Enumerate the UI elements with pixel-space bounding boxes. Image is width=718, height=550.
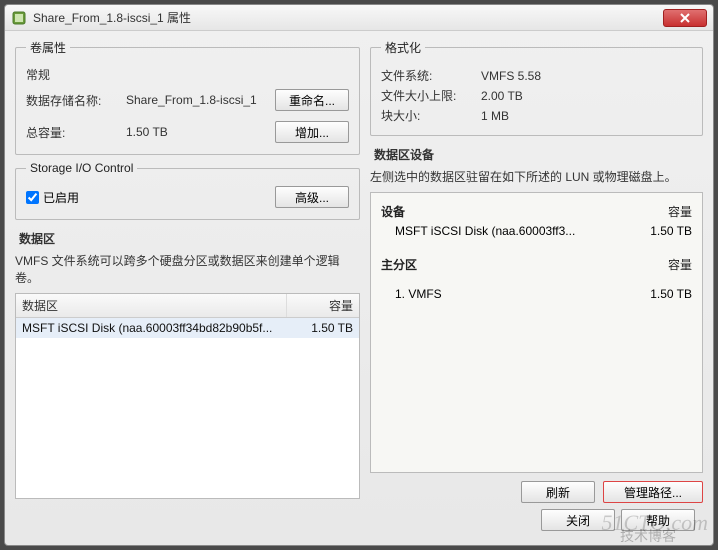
partition-cap-heading: 容量 (668, 256, 692, 273)
datastore-name-value: Share_From_1.8-iscsi_1 (126, 93, 275, 107)
maxfile-label: 文件大小上限: (381, 87, 481, 104)
help-button[interactable]: 帮助 (621, 509, 695, 531)
format-legend: 格式化 (381, 39, 425, 56)
sioc-enabled-checkbox[interactable] (26, 191, 39, 204)
extent-row-name: MSFT iSCSI Disk (naa.60003ff34bd82b90b5f… (16, 318, 287, 338)
dialog-content: 卷属性 常规 数据存储名称: Share_From_1.8-iscsi_1 重命… (5, 31, 713, 545)
partition-cap: 1.50 TB (650, 287, 692, 301)
fs-value: VMFS 5.58 (481, 69, 692, 83)
volume-properties-legend: 卷属性 (26, 39, 70, 56)
window-title: Share_From_1.8-iscsi_1 属性 (33, 9, 663, 26)
sioc-legend: Storage I/O Control (26, 161, 137, 175)
extents-title: 数据区 (15, 230, 360, 247)
general-subheading: 常规 (26, 66, 349, 83)
extent-device-panel: 设备 容量 MSFT iSCSI Disk (naa.60003ff3... 1… (370, 192, 703, 473)
device-cap-heading: 容量 (668, 203, 692, 220)
extents-desc: VMFS 文件系统可以跨多个硬盘分区或数据区来创建单个逻辑卷。 (15, 253, 360, 287)
refresh-button[interactable]: 刷新 (521, 481, 595, 503)
partition-heading: 主分区 (381, 256, 417, 273)
manage-paths-button[interactable]: 管理路径... (603, 481, 703, 503)
total-capacity-value: 1.50 TB (126, 125, 275, 139)
sioc-group: Storage I/O Control 已启用 高级... (15, 161, 360, 220)
device-cap: 1.50 TB (650, 224, 692, 238)
extent-device-title: 数据区设备 (370, 146, 703, 163)
total-capacity-label: 总容量: (26, 124, 126, 141)
partition-name: 1. VMFS (395, 287, 442, 301)
extent-row-cap: 1.50 TB (287, 318, 359, 338)
extents-header-name[interactable]: 数据区 (16, 294, 287, 317)
sioc-advanced-button[interactable]: 高级... (275, 186, 349, 208)
extents-table-header: 数据区 容量 (16, 294, 359, 318)
dialog-footer: 关闭 帮助 (15, 503, 703, 537)
close-button[interactable]: 关闭 (541, 509, 615, 531)
device-heading: 设备 (381, 203, 405, 220)
titlebar[interactable]: Share_From_1.8-iscsi_1 属性 (5, 5, 713, 31)
datastore-name-label: 数据存储名称: (26, 92, 126, 109)
sioc-enabled-checkbox-label[interactable]: 已启用 (26, 189, 275, 206)
extent-device-desc: 左侧选中的数据区驻留在如下所述的 LUN 或物理磁盘上。 (370, 169, 703, 186)
extents-header-cap[interactable]: 容量 (287, 294, 359, 317)
sioc-enabled-text: 已启用 (43, 189, 79, 206)
format-group: 格式化 文件系统: VMFS 5.58 文件大小上限: 2.00 TB 块大小:… (370, 39, 703, 136)
maxfile-value: 2.00 TB (481, 89, 692, 103)
app-icon (11, 10, 27, 26)
table-row[interactable]: MSFT iSCSI Disk (naa.60003ff34bd82b90b5f… (16, 318, 359, 338)
block-label: 块大小: (381, 107, 481, 124)
fs-label: 文件系统: (381, 67, 481, 84)
block-value: 1 MB (481, 109, 692, 123)
increase-button[interactable]: 增加... (275, 121, 349, 143)
dialog-window: Share_From_1.8-iscsi_1 属性 卷属性 常规 数据存储名称:… (4, 4, 714, 546)
device-name: MSFT iSCSI Disk (naa.60003ff3... (395, 224, 575, 238)
volume-properties-group: 卷属性 常规 数据存储名称: Share_From_1.8-iscsi_1 重命… (15, 39, 360, 155)
close-icon[interactable] (663, 9, 707, 27)
extents-table[interactable]: 数据区 容量 MSFT iSCSI Disk (naa.60003ff34bd8… (15, 293, 360, 499)
rename-button[interactable]: 重命名... (275, 89, 349, 111)
